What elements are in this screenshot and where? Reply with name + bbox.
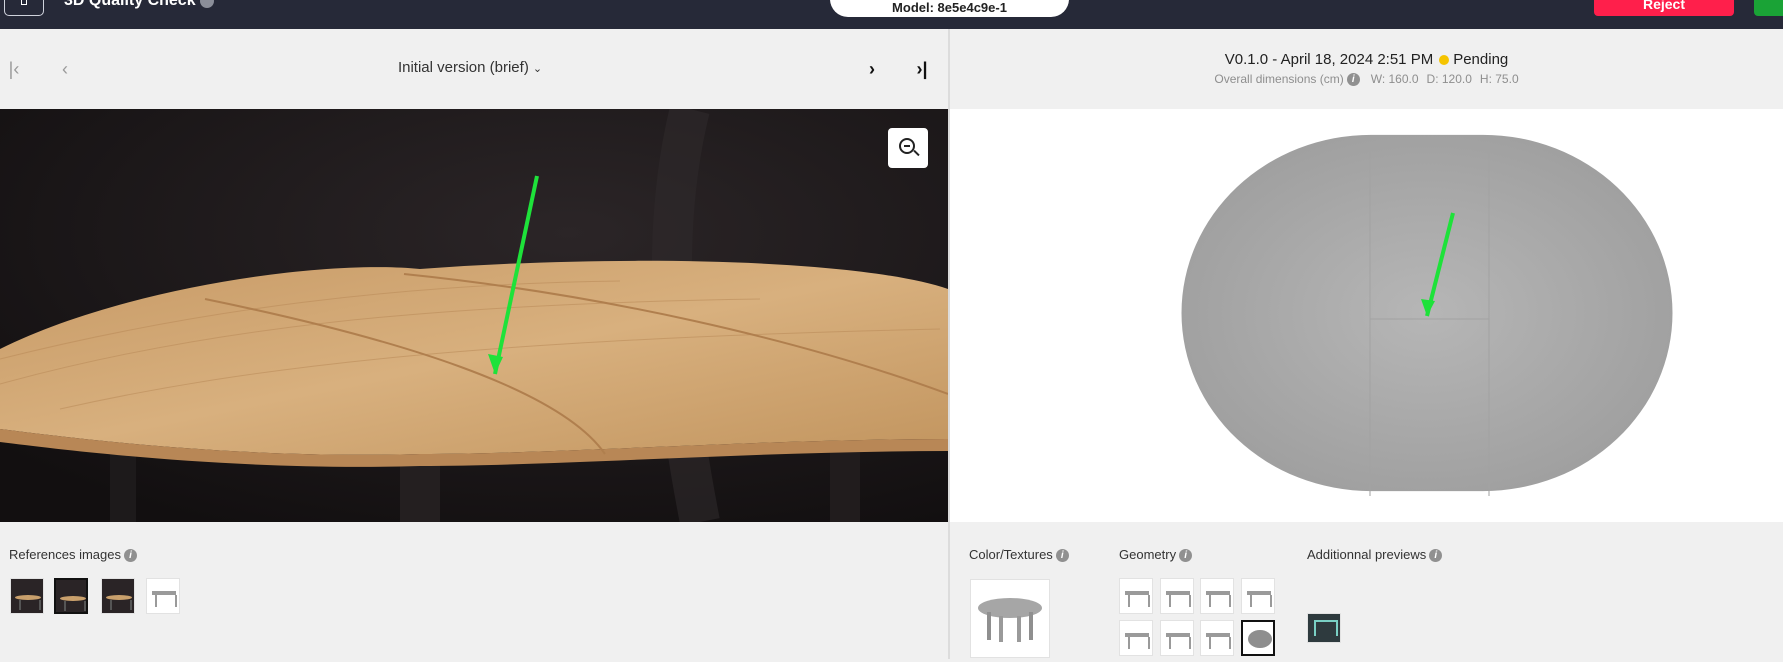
model-panel: V0.1.0 - April 18, 2024 2:51 PM Pending O…: [950, 29, 1783, 659]
info-icon[interactable]: i: [1429, 549, 1443, 563]
geometry-thumb[interactable]: [1241, 620, 1275, 656]
chevron-down-icon: ⌄: [532, 63, 543, 75]
reference-photo-table: [0, 109, 948, 522]
reference-thumb[interactable]: [101, 578, 135, 614]
geometry-thumb[interactable]: [1200, 620, 1234, 656]
reference-thumb[interactable]: [54, 578, 88, 614]
info-icon[interactable]: i: [1179, 549, 1193, 563]
zoom-out-icon: [899, 138, 915, 154]
color-texture-thumb[interactable]: [970, 579, 1050, 658]
version-dropdown[interactable]: Initial version (brief) ⌄: [370, 59, 570, 76]
app-title: 3D Quality Check: [64, 0, 214, 10]
model-id-pill[interactable]: Model: 8e5e4c9e-1: [830, 0, 1069, 17]
reference-photo[interactable]: [0, 109, 948, 522]
last-version-button[interactable]: ›|: [910, 58, 934, 80]
geometry-thumb[interactable]: [1200, 578, 1234, 614]
geometry-thumb[interactable]: [1241, 578, 1275, 614]
geometry-thumb[interactable]: [1119, 578, 1153, 614]
reference-thumb[interactable]: [10, 578, 44, 614]
info-icon[interactable]: i: [1346, 73, 1360, 87]
additional-previews-label: Additionnal previews i: [1307, 547, 1445, 563]
geometry-thumb[interactable]: [1119, 620, 1153, 656]
pending-status-icon: [1439, 55, 1450, 66]
reference-panel: |‹ ‹ Initial version (brief) ⌄ › ›| Refe…: [0, 29, 948, 659]
geometry-thumb[interactable]: [1160, 620, 1194, 656]
home-button[interactable]: [4, 0, 44, 16]
zoom-button[interactable]: [888, 128, 928, 168]
approve-button[interactable]: [1754, 0, 1783, 16]
additional-preview-thumb[interactable]: [1307, 613, 1341, 643]
status-text: Pending: [1453, 51, 1509, 68]
geometry-label: Geometry i: [1119, 547, 1195, 563]
reference-thumb[interactable]: [146, 578, 180, 614]
model-render[interactable]: [950, 109, 1783, 522]
dimensions-line: Overall dimensions (cm) i W: 160.0 D: 120.0…: [1214, 72, 1519, 87]
geometry-thumb[interactable]: [1160, 578, 1194, 614]
info-icon[interactable]: i: [124, 549, 137, 563]
help-icon[interactable]: [199, 0, 214, 8]
top-bar: 3D Quality Check Model: 8e5e4c9e-1 Rejec…: [0, 0, 1783, 29]
info-icon[interactable]: i: [1055, 549, 1069, 563]
table-thumbnail-icon: [978, 598, 1042, 642]
model-version-line: V0.1.0 - April 18, 2024 2:51 PM Pending: [1224, 51, 1509, 68]
first-version-button[interactable]: |‹: [2, 58, 26, 80]
next-version-button[interactable]: ›: [860, 58, 884, 80]
previous-version-button[interactable]: ‹: [53, 58, 77, 80]
reject-button[interactable]: Reject: [1594, 0, 1734, 16]
color-textures-label: Color/Textures i: [969, 547, 1072, 563]
references-label: References images i: [9, 547, 140, 563]
model-render-table-top: [950, 109, 1783, 522]
home-icon: [21, 0, 27, 5]
